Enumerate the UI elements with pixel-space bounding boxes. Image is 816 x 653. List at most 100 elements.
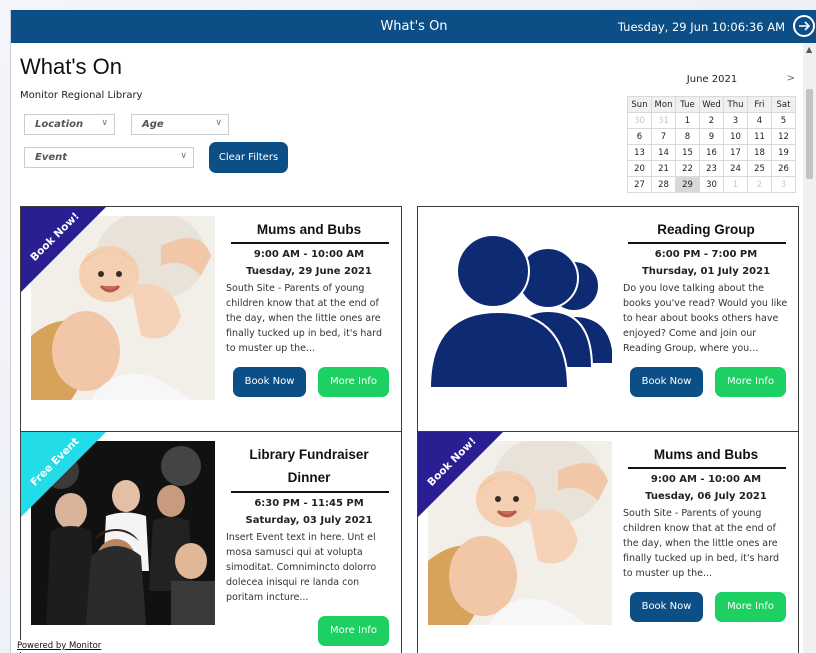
event-date: Tuesday, 06 July 2021 [645,491,767,502]
book-now-button[interactable]: Book Now [630,367,703,397]
event-description: South Site - Parents of young children k… [623,508,780,579]
event-title: Mums and Bubs [653,447,759,462]
free-event-ribbon: Free Event [21,432,106,517]
more-info-button[interactable]: More Info [715,592,786,622]
clock-datetime: Tuesday, 29 Jun 10:06:36 AM [617,20,785,34]
page-title: What's On [20,54,123,79]
calendar-day[interactable]: 5 [771,112,796,129]
vertical-scrollbar[interactable]: ▲ [803,43,816,653]
title-divider [628,242,786,244]
calendar-day[interactable]: 6 [627,128,652,145]
calendar-day[interactable]: 22 [675,160,700,177]
chevron-down-icon: ∨ [101,118,108,128]
book-now-ribbon: Book Now! [21,207,106,292]
calendar-day[interactable]: 12 [771,128,796,145]
event-time: 9:00 AM - 10:00 AM [650,474,762,485]
calendar-day[interactable]: 23 [699,160,724,177]
event-date: Thursday, 01 July 2021 [641,266,771,277]
calendar-day[interactable]: 21 [651,160,676,177]
calendar-day[interactable]: 30 [627,112,652,129]
event-time: 9:00 AM - 10:00 AM [253,249,365,260]
event-card: Book Now! Mums and Bubs 9:00 AM - 10:00 … [20,206,402,432]
more-info-button[interactable]: More Info [715,367,786,397]
chevron-down-icon: ∨ [180,151,187,161]
book-now-button[interactable]: Book Now [233,367,306,397]
calendar-day[interactable]: 29 [675,176,700,193]
event-date: Saturday, 03 July 2021 [245,515,373,526]
event-title: Mums and Bubs [256,222,362,237]
calendar-day[interactable]: 1 [723,176,748,193]
calendar-day[interactable]: 3 [723,112,748,129]
powered-by-link[interactable]: Powered by Monitor [15,640,104,652]
event-select[interactable]: Event ∨ [24,147,194,168]
group-people-icon [428,216,612,400]
location-select[interactable]: Location ∨ [24,114,115,135]
chevron-down-icon: ∨ [215,118,222,128]
library-name: Monitor Regional Library [20,90,143,101]
calendar-day[interactable]: 25 [747,160,772,177]
book-now-button[interactable]: Book Now [630,592,703,622]
event-date: Tuesday, 29 June 2021 [246,266,372,277]
calendar-day[interactable]: 4 [747,112,772,129]
calendar-day[interactable]: 13 [627,144,652,161]
calendar-day[interactable]: 19 [771,144,796,161]
logout-icon[interactable] [793,15,815,37]
calendar-weekday: Sun [627,96,652,113]
calendar-day[interactable]: 1 [675,112,700,129]
calendar-weekday: Thu [723,96,748,113]
calendar-day[interactable]: 10 [723,128,748,145]
event-description: Do you love talking about the books you'… [623,283,788,354]
calendar-weekday: Mon [651,96,676,113]
title-bar: What's On Tuesday, 29 Jun 10:06:36 AM [11,10,816,43]
calendar-day[interactable]: 9 [699,128,724,145]
calendar-weekday: Sat [771,96,796,113]
calendar-day[interactable]: 2 [747,176,772,193]
calendar-day[interactable]: 14 [651,144,676,161]
calendar-day[interactable]: 30 [699,176,724,193]
title-divider [628,467,786,469]
event-description: South Site - Parents of young children k… [226,283,383,354]
title-divider [231,491,389,493]
scroll-up-arrow-icon[interactable]: ▲ [806,45,812,54]
calendar-grid: Sun Mon Tue Wed Thu Fri Sat 30 31 1 2 3 4 5 6 7 8 9 10 11 1… [627,96,796,193]
calendar-day[interactable]: 17 [723,144,748,161]
more-info-button[interactable]: More Info [318,616,389,646]
calendar-day[interactable]: 26 [771,160,796,177]
calendar-weekday: Wed [699,96,724,113]
clear-filters-button[interactable]: Clear Filters [209,142,288,173]
event-card: Reading Group 6:00 PM - 7:00 PM Thursday… [417,206,799,432]
event-select-label: Event [35,152,68,163]
event-title: Library Fundraiser Dinner [249,447,369,485]
calendar-day[interactable]: 8 [675,128,700,145]
calendar-day[interactable]: 20 [627,160,652,177]
calendar-day[interactable]: 7 [651,128,676,145]
calendar-weekday: Tue [675,96,700,113]
calendar-day[interactable]: 11 [747,128,772,145]
calendar-day[interactable]: 15 [675,144,700,161]
event-card: Free Event Library Fundraiser Dinner 6:3… [20,431,402,653]
calendar-day[interactable]: 28 [651,176,676,193]
app-window: What's On Tuesday, 29 Jun 10:06:36 AM ▲ … [10,10,816,653]
age-select-label: Age [142,119,164,130]
event-card: Book Now! Mums and Bubs 9:00 AM - 10:00 … [417,431,799,653]
calendar-day[interactable]: 16 [699,144,724,161]
more-info-button[interactable]: More Info [318,367,389,397]
calendar-day[interactable]: 18 [747,144,772,161]
title-divider [231,242,389,244]
scrollbar-thumb[interactable] [806,89,813,179]
calendar-month-label: June 2021 [686,74,738,85]
location-select-label: Location [35,119,84,130]
calendar-day[interactable]: 27 [627,176,652,193]
age-select[interactable]: Age ∨ [131,114,229,135]
event-time: 6:30 PM - 11:45 PM [254,498,364,509]
book-now-ribbon: Book Now! [418,432,503,517]
event-title: Reading Group [657,222,755,237]
calendar-day[interactable]: 3 [771,176,796,193]
calendar-day[interactable]: 31 [651,112,676,129]
calendar-day[interactable]: 24 [723,160,748,177]
calendar-next-button[interactable]: > [787,73,795,84]
calendar-day[interactable]: 2 [699,112,724,129]
calendar-weekday: Fri [747,96,772,113]
event-time: 6:00 PM - 7:00 PM [654,249,758,260]
event-description: Insert Event text in here. Unt el mosa s… [226,532,377,603]
